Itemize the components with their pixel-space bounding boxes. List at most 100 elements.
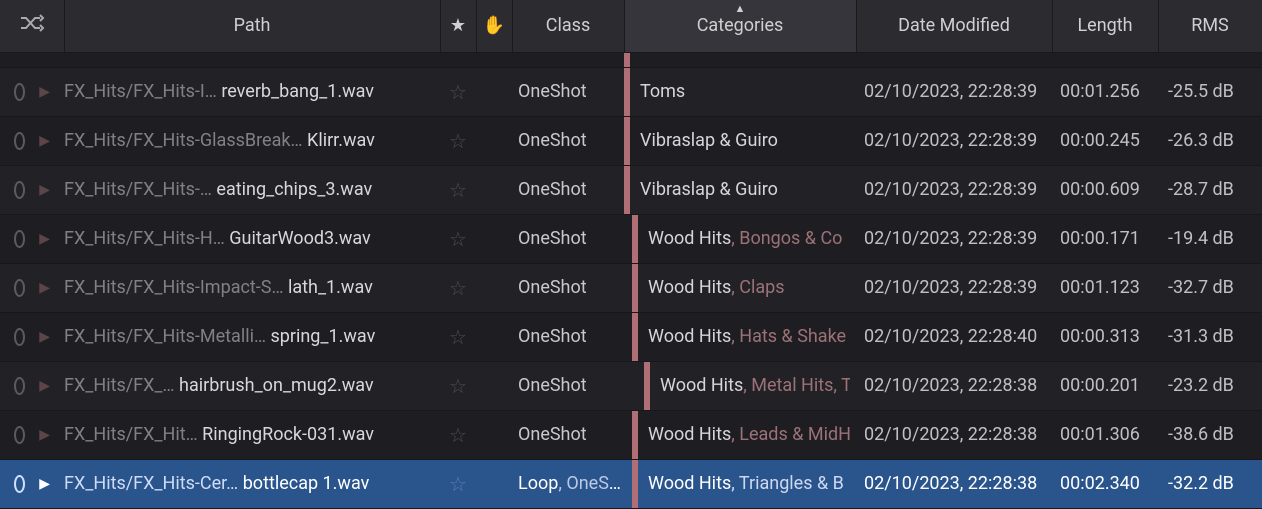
play-icon[interactable]: ▶ [39, 476, 50, 492]
table-row[interactable]: ▶ FX_Hits/FX_Hits-… eating_chips_3.wav☆ On… [0, 165, 1262, 214]
path-cell[interactable]: FX_Hits/FX_Hits-Cer… bottlecap 1.wav [64, 459, 440, 508]
file-table: Path ★ ✋ Class ▲ Categories Date Modifie… [0, 0, 1262, 509]
categories-cell[interactable]: Wood Hits, Leads & MidH [624, 410, 856, 459]
play-icon[interactable]: ▶ [39, 329, 50, 345]
play-icon[interactable]: ▶ [39, 231, 50, 247]
row-select-circle[interactable] [14, 181, 25, 199]
table-row[interactable]: ▶ FX_Hits/FX_Hit… RingingRock-031.wav☆ One… [0, 410, 1262, 459]
rms-cell: -23.2 dB [1158, 361, 1262, 410]
length-cell: 00:01.123 [1052, 263, 1158, 312]
col-shuffle[interactable] [0, 0, 64, 52]
drag-handle[interactable] [476, 361, 512, 410]
play-icon[interactable]: ▶ [39, 182, 50, 198]
drag-handle[interactable] [476, 214, 512, 263]
col-path[interactable]: Path [64, 0, 440, 52]
drag-handle[interactable] [476, 410, 512, 459]
play-icon[interactable]: ▶ [39, 378, 50, 394]
categories-cell[interactable]: Wood Hits, Triangles & B [624, 459, 856, 508]
category-main: Vibraslap & Guiro [640, 130, 778, 151]
path-cell[interactable]: FX_Hits/FX_Hits-GlassBreak… Klirr.wav [64, 116, 440, 165]
class-main: OneShot [518, 277, 587, 298]
class-cell[interactable]: OneShot [512, 263, 624, 312]
table-row[interactable]: ▶ FX_Hits/FX_Hits-Cer… bottlecap 1.wav☆ Lo… [0, 459, 1262, 508]
date-modified-cell: 02/10/2023, 22:28:39 [856, 263, 1052, 312]
path-cell[interactable]: FX_Hits/FX_Hits-I… reverb_bang_1.wav [64, 67, 440, 116]
col-rms[interactable]: RMS [1158, 0, 1262, 52]
categories-cell[interactable]: Toms [624, 67, 856, 116]
play-icon[interactable]: ▶ [39, 133, 50, 149]
class-cell[interactable]: OneShot [512, 312, 624, 361]
favorite-toggle[interactable]: ☆ [440, 263, 476, 312]
favorite-toggle[interactable]: ☆ [440, 116, 476, 165]
table-row[interactable]: ▶ FX_Hits/FX_… hairbrush_on_mug2.wav☆ OneS… [0, 361, 1262, 410]
class-cell[interactable]: OneShot [512, 214, 624, 263]
table-row[interactable]: ▶ FX_Hits/FX_Hits-Metalli… spring_1.wav☆ O… [0, 312, 1262, 361]
favorite-toggle[interactable]: ☆ [440, 165, 476, 214]
date-modified-cell: 02/10/2023, 22:28:39 [856, 116, 1052, 165]
favorite-toggle[interactable]: ☆ [440, 67, 476, 116]
col-favorite[interactable]: ★ [440, 0, 476, 52]
play-icon[interactable]: ▶ [39, 84, 50, 100]
table-row[interactable]: ▶ FX_Hits/FX_Hits-I… reverb_bang_1.wav☆ On… [0, 67, 1262, 116]
class-cell[interactable]: OneShot [512, 116, 624, 165]
drag-handle[interactable] [476, 116, 512, 165]
favorite-toggle[interactable]: ☆ [440, 410, 476, 459]
class-cell[interactable]: OneShot [512, 165, 624, 214]
row-select-circle[interactable] [14, 475, 25, 493]
date-modified-cell: 02/10/2023, 22:28:39 [856, 67, 1052, 116]
categories-cell[interactable]: Wood Hits, Hats & Shake [624, 312, 856, 361]
categories-cell[interactable]: Wood Hits, Bongos & Co [624, 214, 856, 263]
drag-handle[interactable] [476, 312, 512, 361]
favorite-toggle[interactable]: ☆ [440, 361, 476, 410]
col-length[interactable]: Length [1052, 0, 1158, 52]
path-cell[interactable]: FX_Hits/FX_Hits-H… GuitarWood3.wav [64, 214, 440, 263]
row-select-circle[interactable] [14, 279, 25, 297]
class-cell[interactable]: Loop, OneSho [512, 459, 624, 508]
class-cell[interactable]: OneShot [512, 410, 624, 459]
categories-cell[interactable]: Wood Hits, Metal Hits, T [624, 361, 856, 410]
row-select-circle[interactable] [14, 83, 25, 101]
drag-handle[interactable] [476, 263, 512, 312]
table-row[interactable]: ▶ FX_Hits/FX_Hits-Impact-S… lath_1.wav☆ On… [0, 263, 1262, 312]
drag-handle[interactable] [476, 459, 512, 508]
row-select-circle[interactable] [14, 426, 25, 444]
categories-cell[interactable]: Vibraslap & Guiro [624, 165, 856, 214]
drag-handle[interactable] [476, 165, 512, 214]
category-main: Wood Hits [648, 473, 731, 494]
path-cell[interactable]: FX_Hits/FX_Hit… RingingRock-031.wav [64, 410, 440, 459]
class-extra: , OneSho [558, 473, 624, 494]
row-select-circle[interactable] [14, 377, 25, 395]
categories-cell[interactable]: Vibraslap & Guiro [624, 116, 856, 165]
category-sub: , Claps [731, 277, 784, 298]
path-dir: FX_Hits/FX_Hits-GlassBreak… [64, 130, 307, 151]
favorite-toggle[interactable]: ☆ [440, 459, 476, 508]
class-cell[interactable]: OneShot [512, 67, 624, 116]
col-drag[interactable]: ✋ [476, 0, 512, 52]
table-row[interactable]: ▶ FX_Hits/FX_Hits-H… GuitarWood3.wav☆ OneS… [0, 214, 1262, 263]
col-date-modified[interactable]: Date Modified [856, 0, 1052, 52]
favorite-toggle[interactable]: ☆ [440, 312, 476, 361]
category-sub: , Bongos & Co [731, 228, 842, 249]
path-cell[interactable]: FX_Hits/FX_… hairbrush_on_mug2.wav [64, 361, 440, 410]
path-cell[interactable]: FX_Hits/FX_Hits-… eating_chips_3.wav [64, 165, 440, 214]
path-cell[interactable]: FX_Hits/FX_Hits-Metalli… spring_1.wav [64, 312, 440, 361]
col-categories[interactable]: ▲ Categories [624, 0, 856, 52]
play-icon[interactable]: ▶ [39, 427, 50, 443]
class-cell[interactable]: OneShot [512, 361, 624, 410]
table-row[interactable]: ▶ FX_Hits/FX_Hits-GlassBreak… Klirr.wav☆ O… [0, 116, 1262, 165]
category-color-bar [632, 460, 638, 508]
category-sub: , Triangles & B [731, 473, 844, 494]
favorite-toggle[interactable]: ☆ [440, 214, 476, 263]
row-select-circle[interactable] [14, 132, 25, 150]
play-icon[interactable]: ▶ [39, 280, 50, 296]
date-modified-cell: 02/10/2023, 22:28:40 [856, 312, 1052, 361]
path-filename: GuitarWood3.wav [229, 228, 371, 249]
path-cell[interactable]: FX_Hits/FX_Hits-Impact-S… lath_1.wav [64, 263, 440, 312]
categories-cell[interactable]: Wood Hits, Claps [624, 263, 856, 312]
drag-handle[interactable] [476, 67, 512, 116]
row-select-circle[interactable] [14, 328, 25, 346]
row-select-circle[interactable] [14, 230, 25, 248]
rms-cell: -32.7 dB [1158, 263, 1262, 312]
col-class[interactable]: Class [512, 0, 624, 52]
date-modified-cell: 02/10/2023, 22:28:38 [856, 410, 1052, 459]
